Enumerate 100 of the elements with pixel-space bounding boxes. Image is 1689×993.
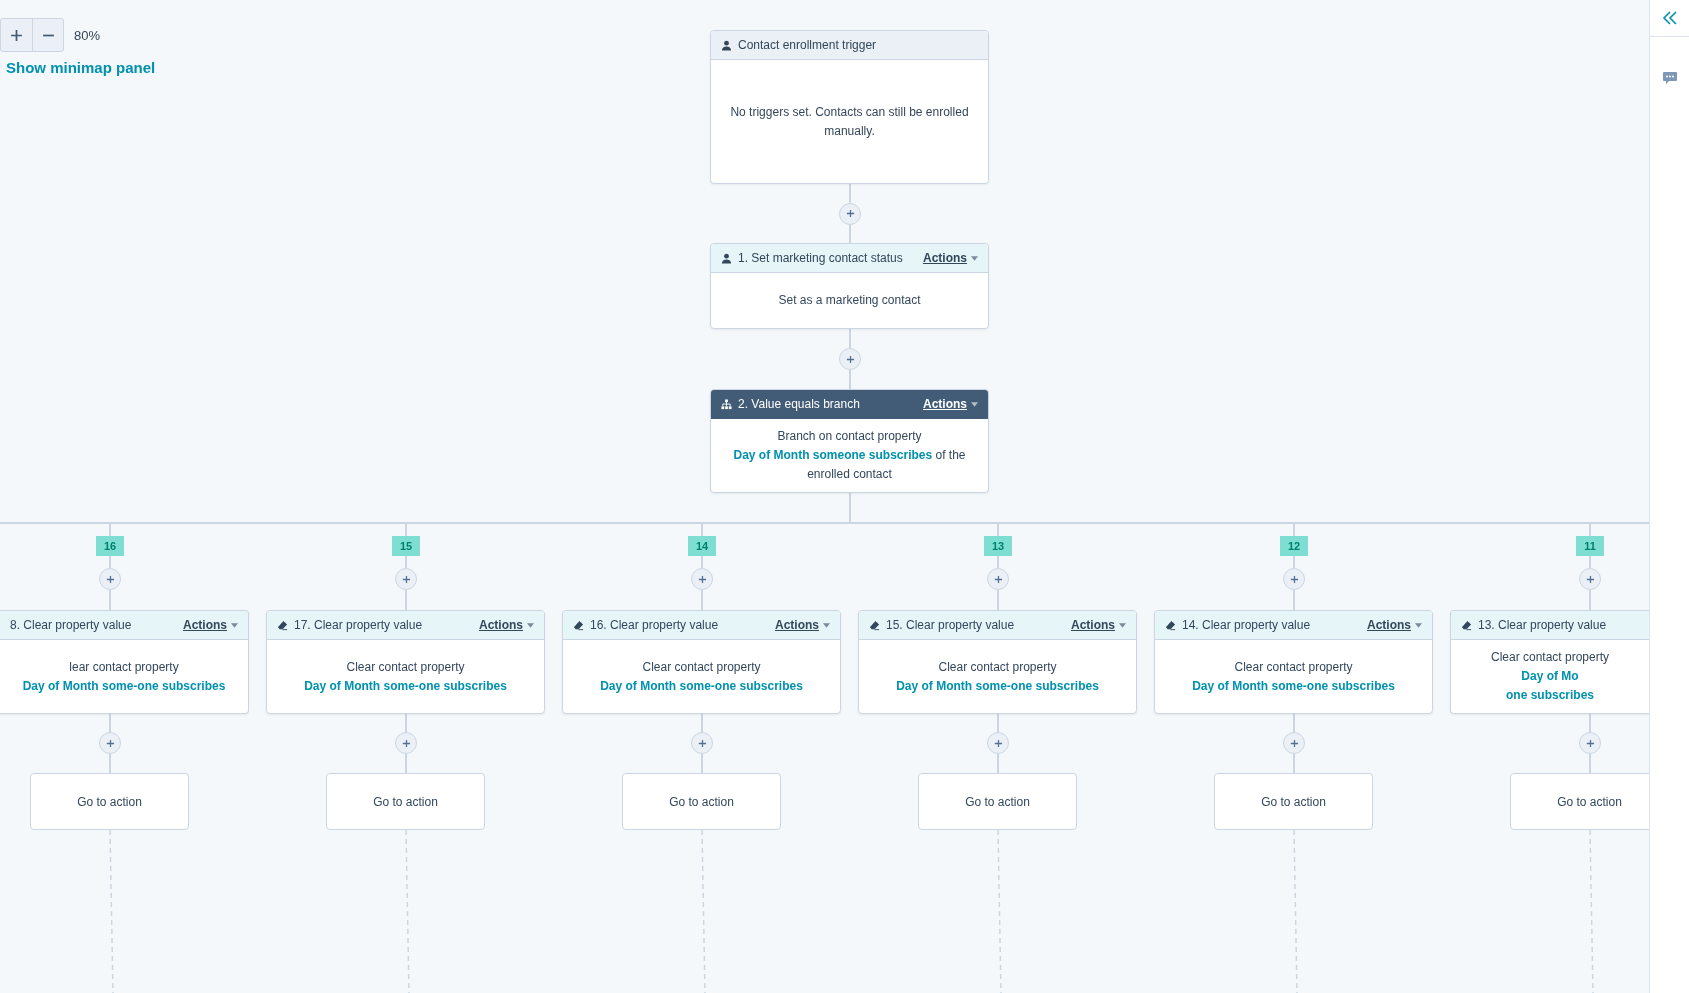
- caret-icon: [971, 401, 978, 407]
- go-to-action-card[interactable]: Go to action: [918, 773, 1077, 830]
- step-title: 2. Value equals branch: [738, 397, 861, 411]
- connector-line: [1293, 555, 1295, 569]
- property-link[interactable]: Day of Month some-one subscribes: [600, 678, 803, 693]
- add-step-button[interactable]: [987, 732, 1009, 754]
- plus-icon: [401, 738, 411, 748]
- property-link[interactable]: Day of Month some-one subscribes: [22, 678, 226, 693]
- connector-line: [405, 555, 407, 569]
- go-to-action-card[interactable]: Go to action: [30, 773, 189, 830]
- connector-line: [701, 555, 703, 569]
- add-step-button[interactable]: [839, 348, 861, 370]
- workflow-step-card[interactable]: 2. Value equals branch Actions Branch on contact property Day of Month someone subscribes of the enrolled contact: [710, 389, 989, 493]
- workflow-step-card[interactable]: 8. Clear property value Actions lear contact property Day of Month some-one subscribes: [0, 610, 249, 714]
- add-step-button[interactable]: [395, 732, 417, 754]
- connector-line: [1293, 753, 1295, 774]
- connector-line: [109, 555, 111, 569]
- step-title: 16. Clear property value: [590, 618, 720, 632]
- caret-icon: [823, 622, 830, 628]
- workflow-step-card[interactable]: 16. Clear property value Actions Clear contact property Day of Month some-one subscribes: [562, 610, 841, 714]
- go-to-action-label: Go to action: [669, 794, 734, 809]
- plus-icon: [1289, 738, 1299, 748]
- eraser-icon: [1461, 619, 1472, 631]
- add-step-button[interactable]: [691, 568, 713, 590]
- step-description: No triggers set. Contacts can still be enrolled manually.: [729, 103, 970, 140]
- eraser-icon: [573, 619, 584, 631]
- step-title: 8. Clear property value: [10, 618, 133, 632]
- add-step-button[interactable]: [987, 568, 1009, 590]
- plus-icon: [1289, 574, 1299, 584]
- add-step-button[interactable]: [691, 732, 713, 754]
- connector-line: [849, 183, 851, 204]
- go-to-action-card[interactable]: Go to action: [1510, 773, 1649, 830]
- property-link[interactable]: one subscribes: [1506, 688, 1594, 702]
- plus-icon: [1585, 738, 1595, 748]
- connector-line: [997, 753, 999, 774]
- actions-dropdown[interactable]: Actions: [775, 618, 830, 632]
- connector-line: [1589, 713, 1591, 733]
- property-link[interactable]: Day of Month some-one subscribes: [304, 678, 507, 693]
- step-description: Clear contact property Day of Month some-one subscribes: [895, 658, 1100, 695]
- connector-line: [997, 589, 999, 611]
- actions-dropdown[interactable]: Actions: [183, 618, 238, 632]
- property-link[interactable]: Day of Month some-one subscribes: [1192, 678, 1395, 693]
- person-icon: [721, 39, 732, 51]
- actions-dropdown[interactable]: Actions: [1071, 618, 1126, 632]
- connector-line: [109, 589, 111, 611]
- connector-line: [997, 713, 999, 733]
- add-step-button[interactable]: [395, 568, 417, 590]
- step-title: 17. Clear property value: [294, 618, 424, 632]
- collapse-button[interactable]: [1661, 10, 1678, 26]
- property-link[interactable]: Day of Month someone subscribes: [733, 448, 933, 462]
- connector-line: [1293, 713, 1295, 733]
- add-step-button[interactable]: [1283, 732, 1305, 754]
- caret-icon: [231, 622, 238, 628]
- workflow-step-card[interactable]: 1. Set marketing contact status Actions Set as a marketing contact: [710, 243, 989, 329]
- property-link[interactable]: Day of Month some-one subscribes: [896, 678, 1099, 693]
- plus-icon: [993, 574, 1003, 584]
- actions-dropdown[interactable]: Actions: [479, 618, 534, 632]
- plus-icon: [697, 574, 707, 584]
- branch-value-badge: 13: [984, 536, 1012, 556]
- step-description: Clear contact property Day of Month some-one subscribes: [599, 658, 804, 695]
- add-step-button[interactable]: [839, 202, 861, 225]
- step-description: Clear contact property Day of Month some-one subscribes: [303, 658, 508, 695]
- go-to-action-card[interactable]: Go to action: [326, 773, 485, 830]
- add-step-button[interactable]: [1579, 568, 1601, 590]
- workflow-step-card[interactable]: 14. Clear property value Actions Clear contact property Day of Month some-one subscribes: [1154, 610, 1433, 714]
- step-description: Clear contact property Day of Mo one subscribes: [1489, 649, 1611, 704]
- go-to-action-label: Go to action: [1557, 794, 1622, 809]
- plus-icon: [845, 354, 855, 364]
- plus-icon: [105, 574, 115, 584]
- connector-line: [1293, 589, 1295, 611]
- go-to-action-label: Go to action: [373, 794, 438, 809]
- step-description: Branch on contact property Day of Month someone subscribes of the enrolled contact: [732, 428, 967, 483]
- connector-line: [997, 555, 999, 569]
- add-step-button[interactable]: [1283, 568, 1305, 590]
- actions-dropdown[interactable]: Actions: [1367, 618, 1422, 632]
- plus-icon: [993, 738, 1003, 748]
- workflow-step-card[interactable]: 17. Clear property value Actions Clear contact property Day of Month some-one subscribes: [266, 610, 545, 714]
- actions-dropdown[interactable]: Actions: [923, 397, 978, 411]
- plus-icon: [845, 209, 855, 218]
- double-chevron-left-icon: [1661, 10, 1678, 26]
- comments-button[interactable]: [1661, 70, 1678, 86]
- branch-value-badge: 12: [1280, 536, 1308, 556]
- eraser-icon: [1165, 619, 1176, 631]
- connector-line: [109, 713, 111, 733]
- add-step-button[interactable]: [99, 568, 121, 590]
- step-title: 15. Clear property value: [886, 618, 1016, 632]
- connector-line: [1589, 589, 1591, 611]
- go-to-action-card[interactable]: Go to action: [622, 773, 781, 830]
- go-to-action-label: Go to action: [77, 794, 142, 809]
- workflow-step-card[interactable]: 13. Clear property value Clear contact property Day of Mo one subscribes: [1450, 610, 1649, 714]
- eraser-icon: [277, 619, 288, 631]
- add-step-button[interactable]: [1579, 732, 1601, 754]
- property-link[interactable]: Day of Mo: [1521, 669, 1579, 683]
- workflow-step-card[interactable]: Contact enrollment trigger No triggers set. Contacts can still be enrolled manually.: [710, 30, 989, 184]
- workflow-step-card[interactable]: 15. Clear property value Actions Clear contact property Day of Month some-one subscribes: [858, 610, 1137, 714]
- plus-icon: [1585, 574, 1595, 584]
- go-to-action-card[interactable]: Go to action: [1214, 773, 1373, 830]
- add-step-button[interactable]: [99, 732, 121, 754]
- actions-dropdown[interactable]: Actions: [923, 251, 978, 265]
- connector-line: [109, 753, 111, 774]
